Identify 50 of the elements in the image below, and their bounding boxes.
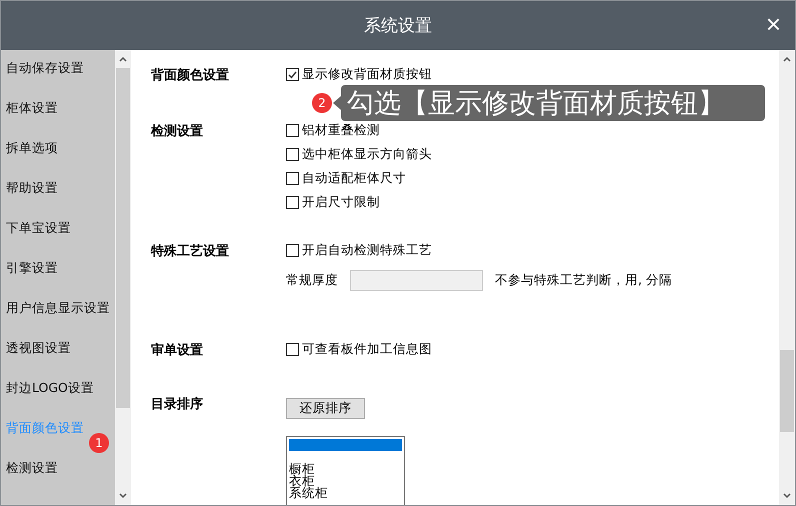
list-item[interactable]: 衣柜: [289, 475, 402, 487]
checkbox-option[interactable]: 选中柜体显示方向箭头: [286, 146, 432, 170]
sidebar-item[interactable]: 透视图设置: [1, 330, 71, 370]
scrollbar-thumb[interactable]: [116, 68, 130, 408]
section-title: 检测设置: [151, 123, 204, 141]
list-item[interactable]: 橱柜: [289, 463, 402, 475]
list-item[interactable]: 系统柜: [289, 487, 402, 499]
sidebar-scrollbar[interactable]: [115, 50, 131, 505]
sidebar-item[interactable]: 帮助设置: [1, 170, 58, 210]
checkbox-option[interactable]: 铝材重叠检测: [286, 122, 432, 146]
sidebar-item[interactable]: 拆单选项: [1, 130, 58, 170]
tooltip-pointer-icon: [333, 96, 341, 110]
thickness-input-field[interactable]: [350, 270, 483, 291]
sidebar-item[interactable]: 自动保存设置: [1, 50, 84, 90]
checkbox-option[interactable]: 自动适配柜体尺寸: [286, 170, 432, 194]
sidebar-item[interactable]: 引擎设置: [1, 250, 58, 290]
checkbox[interactable]: [286, 68, 299, 81]
scroll-down-icon[interactable]: [783, 493, 791, 499]
window-title: 系统设置: [364, 15, 432, 37]
scroll-up-icon[interactable]: [119, 56, 127, 62]
checkbox-option[interactable]: 可查看板件加工信息图: [286, 341, 432, 365]
sidebar-item[interactable]: 柜体设置: [1, 90, 58, 130]
scroll-down-icon[interactable]: [119, 493, 127, 499]
checkbox[interactable]: [286, 148, 299, 161]
section-title: 特殊工艺设置: [151, 243, 230, 261]
sidebar-item[interactable]: 下单宝设置: [1, 210, 71, 250]
section-title: 审单设置: [151, 342, 204, 360]
field-label: 常规厚度: [286, 272, 338, 289]
check-icon: [288, 70, 297, 78]
close-button[interactable]: ×: [766, 11, 781, 37]
sidebar-item[interactable]: 检测设置: [1, 450, 58, 490]
checkbox-option[interactable]: 开启自动检测特殊工艺: [286, 242, 672, 266]
checkbox[interactable]: [286, 124, 299, 137]
sidebar-item[interactable]: 封边LOGO设置: [1, 370, 94, 410]
checkbox[interactable]: [286, 196, 299, 209]
sidebar-item[interactable]: 用户信息显示设置: [1, 290, 110, 330]
step-badge: 2: [312, 93, 332, 113]
checkbox[interactable]: [286, 343, 299, 356]
tooltip: 勾选【显示修改背面材质按钮】: [341, 85, 765, 121]
field-hint: 不参与特殊工艺判断，用, 分隔: [495, 272, 672, 289]
restore-order-button[interactable]: 还原排序: [286, 398, 365, 419]
checkbox[interactable]: [286, 244, 299, 257]
checkbox[interactable]: [286, 172, 299, 185]
scrollbar-thumb[interactable]: [780, 350, 794, 432]
content-scrollbar[interactable]: [779, 50, 795, 505]
checkbox-option[interactable]: 开启尺寸限制: [286, 194, 432, 218]
category-listbox[interactable]: 橱柜 衣柜 系统柜: [286, 436, 405, 505]
section-title: 背面颜色设置: [151, 66, 230, 85]
scroll-up-icon[interactable]: [783, 56, 791, 62]
section-title: 目录排序: [151, 396, 204, 414]
